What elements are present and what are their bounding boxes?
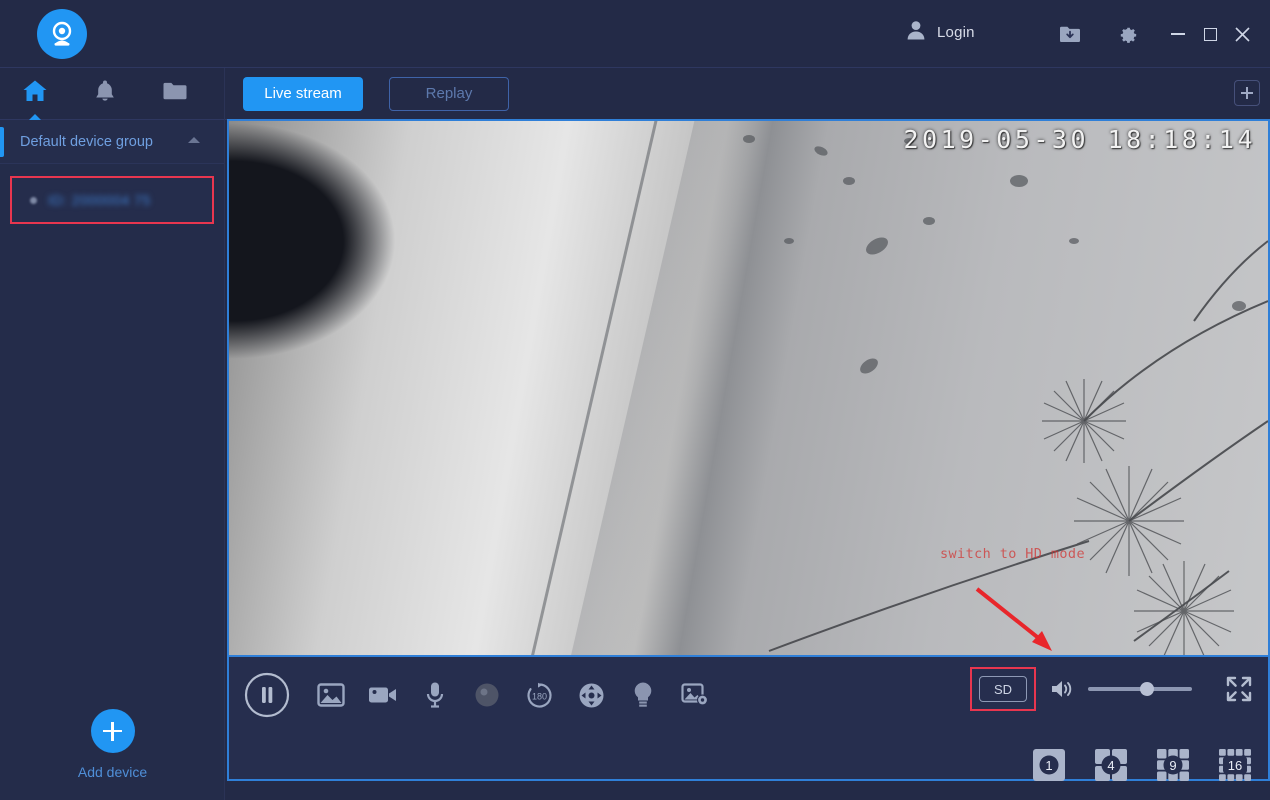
- group-accent-bar: [0, 127, 4, 157]
- sidebar-item-home[interactable]: [0, 68, 70, 120]
- snapshot-button[interactable]: [305, 669, 357, 721]
- minimize-button[interactable]: [1162, 18, 1194, 50]
- microphone-button[interactable]: [409, 669, 461, 721]
- record-button[interactable]: [357, 669, 409, 721]
- layout-9-label: 9: [1169, 757, 1177, 773]
- folder-icon: [162, 80, 188, 107]
- pause-button[interactable]: [237, 665, 297, 725]
- device-group-header[interactable]: Default device group: [0, 120, 224, 164]
- layout-selector: 1 4 9 16: [1032, 748, 1252, 782]
- image-icon: [317, 683, 345, 707]
- title-bar: Login: [0, 0, 1270, 68]
- direction-pad-icon: [579, 683, 603, 707]
- image-settings-button[interactable]: [669, 669, 721, 721]
- login-button[interactable]: Login: [905, 19, 975, 46]
- layout-4-label: 4: [1107, 757, 1115, 773]
- rotate-180-button[interactable]: 180: [513, 669, 565, 721]
- quality-button[interactable]: SD: [979, 676, 1027, 702]
- tab-live-stream[interactable]: Live stream: [243, 76, 363, 111]
- app-window: Login Default device group ID: 2000004 7…: [0, 0, 1270, 800]
- plus-icon: [90, 709, 135, 753]
- sidebar-item-files[interactable]: [140, 68, 210, 120]
- download-folder-icon[interactable]: [1054, 18, 1086, 50]
- moon-circle-icon: [475, 683, 499, 707]
- layout-1-button[interactable]: 1: [1032, 748, 1066, 782]
- sidebar: Default device group ID: 2000004 75 Add …: [0, 68, 225, 800]
- volume-knob[interactable]: [1140, 682, 1154, 696]
- speaker-icon[interactable]: [1050, 678, 1076, 700]
- light-button[interactable]: [617, 669, 669, 721]
- user-icon: [905, 19, 927, 46]
- ptz-button[interactable]: [565, 669, 617, 721]
- tab-bar: Live stream Replay: [225, 68, 1270, 120]
- camera-logo-icon: [37, 9, 87, 59]
- image-gear-icon: [681, 683, 708, 706]
- close-button[interactable]: [1226, 18, 1258, 50]
- video-right-controls: SD: [970, 667, 1260, 711]
- tab-replay[interactable]: Replay: [389, 76, 509, 111]
- quality-annotation-box: SD: [970, 667, 1036, 711]
- layout-1-label: 1: [1045, 757, 1053, 773]
- add-device-label: Add device: [77, 764, 148, 780]
- layout-9-button[interactable]: 9: [1156, 748, 1190, 782]
- scene-plants: [743, 135, 1268, 655]
- svg-text:180: 180: [531, 691, 546, 701]
- sidebar-item-alerts[interactable]: [70, 68, 140, 120]
- volume-slider[interactable]: [1088, 682, 1192, 696]
- gear-icon[interactable]: [1111, 18, 1143, 50]
- microphone-icon: [426, 682, 444, 708]
- hd-mode-annotation-text: switch to HD mode: [940, 546, 1085, 562]
- night-vision-button[interactable]: [461, 669, 513, 721]
- video-camera-icon: [369, 687, 396, 703]
- device-status-dot: [30, 196, 37, 204]
- rotate-180-icon: 180: [526, 682, 552, 708]
- layout-4-button[interactable]: 4: [1094, 748, 1128, 782]
- pause-icon: [244, 672, 290, 718]
- device-list-item[interactable]: ID: 2000004 75: [10, 176, 214, 224]
- login-label: Login: [937, 24, 975, 41]
- sidebar-nav: [0, 68, 224, 120]
- device-group-label: Default device group: [20, 133, 153, 150]
- playback-controls: 180: [237, 665, 721, 725]
- layout-16-button[interactable]: 16: [1218, 748, 1252, 782]
- add-device-button[interactable]: Add device: [0, 709, 225, 780]
- layout-16-label: 16: [1227, 757, 1243, 773]
- red-arrow-annotation: [974, 586, 1064, 655]
- maximize-button[interactable]: [1194, 18, 1226, 50]
- bell-icon: [93, 79, 117, 109]
- bulb-icon: [634, 682, 652, 707]
- video-timestamp: 2019-05-30 18:18:14: [903, 125, 1256, 154]
- fullscreen-button[interactable]: [1218, 668, 1260, 710]
- video-pane: 2019-05-30 18:18:14 switch to HD mode 18…: [227, 119, 1270, 781]
- video-feed[interactable]: 2019-05-30 18:18:14 switch to HD mode: [229, 121, 1268, 655]
- home-icon: [22, 79, 48, 108]
- fullscreen-icon: [1226, 676, 1252, 702]
- device-id-label: ID: 2000004 75: [48, 192, 151, 208]
- main-panel: Live stream Replay 2019-05-30 18:18:14 s…: [225, 68, 1270, 800]
- plus-square-icon[interactable]: [1234, 80, 1260, 106]
- chevron-up-icon[interactable]: [188, 137, 200, 143]
